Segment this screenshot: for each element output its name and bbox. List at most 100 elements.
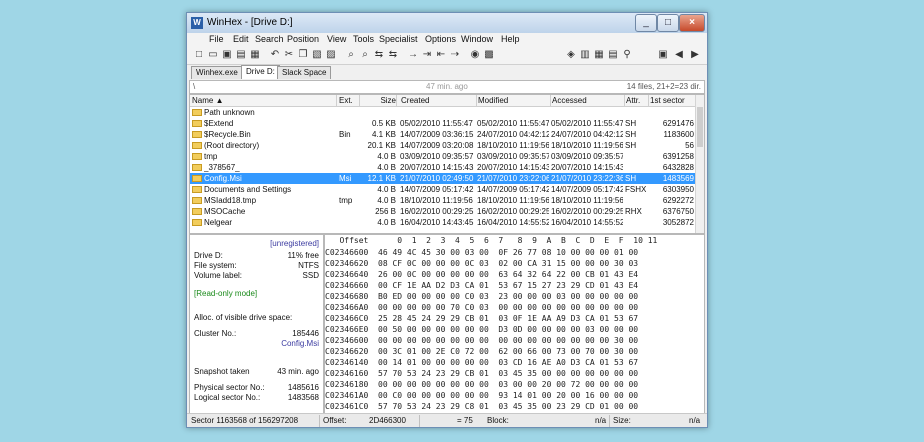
tab-slack-space[interactable]: Slack Space	[277, 66, 332, 79]
col-accessed[interactable]: Accessed	[550, 95, 625, 106]
replace-hex-icon[interactable]: ⇆	[387, 49, 399, 61]
hex-bytes[interactable]: 00 14 01 00 00 00 00 00 03 CD 16 AE A0 D…	[378, 358, 638, 367]
menu-tools[interactable]: Tools	[353, 34, 374, 44]
open-icon[interactable]: ▭	[207, 49, 219, 61]
save-icon[interactable]: ▣	[221, 49, 233, 61]
file-row[interactable]: Nelgear 4.0 B 16/04/2010 14:43:45 16/04/…	[190, 217, 695, 228]
col-ext[interactable]: Ext.	[337, 95, 360, 106]
hex-row[interactable]: C02346660 00 CF 1E AA D2 D3 CA 01 53 67 …	[325, 280, 638, 291]
file-row[interactable]: Documents and Settings 4.0 B 14/07/2009 …	[190, 184, 695, 195]
calculator-icon[interactable]: ▦	[593, 49, 605, 61]
col-attr[interactable]: Attr.	[624, 95, 649, 106]
hex-row[interactable]: C02346140 00 14 01 00 00 00 00 00 03 CD …	[325, 357, 638, 368]
disk-editor-icon[interactable]: ◈	[565, 49, 577, 61]
hex-row[interactable]: C02346620 08 CF 0C 00 00 00 0C 03 02 00 …	[325, 258, 638, 269]
tab-drive-d[interactable]: Drive D:	[241, 65, 280, 79]
hex-row[interactable]: C023466E0 00 50 00 00 00 00 00 00 D3 0D …	[325, 324, 638, 335]
copy-icon[interactable]: ❐	[297, 49, 309, 61]
col-sector[interactable]: 1st sector	[648, 95, 697, 106]
forward-icon[interactable]: ⇢	[449, 49, 461, 61]
menu-file[interactable]: File	[209, 34, 224, 44]
hex-bytes[interactable]: 25 28 45 24 29 29 CB 01 03 0F 1E AA A9 D…	[378, 314, 638, 323]
col-name[interactable]: Name ▲	[190, 95, 337, 106]
directory-browser[interactable]: Name ▲ Ext. Size Created Modified Access…	[189, 94, 705, 234]
hex-row[interactable]: C023461C0 57 70 53 24 23 29 C8 01 03 45 …	[325, 401, 638, 412]
replace-text-icon[interactable]: ⇆	[373, 49, 385, 61]
find-hex-icon[interactable]: ⌕	[359, 49, 371, 61]
back-icon[interactable]: ⇤	[435, 49, 447, 61]
hex-row[interactable]: C023466C0 25 28 45 24 29 29 CB 01 03 0F …	[325, 313, 638, 324]
file-row-selected[interactable]: Config.Msi Msi 12.1 KB 21/07/2010 02:49:…	[190, 173, 695, 184]
hex-row[interactable]: C02346160 57 70 53 24 23 29 CB 01 03 45 …	[325, 368, 638, 379]
file-row[interactable]: Path unknown	[190, 107, 695, 118]
disk-icon[interactable]: ◉	[469, 49, 481, 61]
menu-search[interactable]: Search	[255, 34, 284, 44]
print-sector-icon[interactable]: ▣	[657, 49, 669, 61]
col-size[interactable]: Size	[360, 95, 397, 106]
menu-specialist[interactable]: Specialist	[379, 34, 418, 44]
file-row[interactable]: MSIadd18.tmp tmp 4.0 B 18/10/2010 11:19:…	[190, 195, 695, 206]
menu-window[interactable]: Window	[461, 34, 493, 44]
hex-bytes[interactable]: 00 CF 1E AA D2 D3 CA 01 53 67 15 27 23 2…	[378, 281, 638, 290]
hex-bytes[interactable]: 57 70 53 24 23 29 C8 01 03 45 35 00 23 2…	[378, 402, 638, 411]
paste-icon[interactable]: ▧	[311, 49, 323, 61]
file-row[interactable]: _378567_ 4.0 B 20/07/2010 14:15:43 20/07…	[190, 162, 695, 173]
hex-editor[interactable]: Offset 0 1 2 3 4 5 6 7 8 9 A B C D E F 1…	[324, 234, 705, 414]
menu-view[interactable]: View	[327, 34, 346, 44]
hex-bytes[interactable]: 08 CF 0C 00 00 00 0C 03 02 00 CA 31 15 0…	[378, 259, 638, 268]
path-bar[interactable]: \ 47 min. ago 14 files, 21+2=23 dir.	[189, 80, 705, 94]
hex-bytes[interactable]: 00 3C 01 00 2E C0 72 00 62 00 66 00 73 0…	[378, 347, 638, 356]
find-text-icon[interactable]: ⌕	[345, 49, 357, 61]
col-modified[interactable]: Modified	[476, 95, 551, 106]
menu-position[interactable]: Position	[287, 34, 319, 44]
menu-edit[interactable]: Edit	[233, 34, 249, 44]
hex-bytes[interactable]: 26 00 0C 00 00 00 00 00 63 64 32 64 22 0…	[378, 270, 638, 279]
hex-bytes[interactable]: 00 00 00 00 00 70 C0 03 00 00 00 00 00 0…	[378, 303, 638, 312]
next-arrow-icon[interactable]: ▶	[689, 49, 701, 61]
hex-bytes[interactable]: 00 00 00 00 00 00 00 00 03 00 00 20 00 7…	[378, 380, 638, 389]
magnifier-icon[interactable]: ⚲	[621, 49, 633, 61]
goto-sector-icon[interactable]: ⇥	[421, 49, 433, 61]
ram-editor-icon[interactable]: ▥	[579, 49, 591, 61]
ram-icon[interactable]: ▩	[483, 49, 495, 61]
maximize-button[interactable]: □	[657, 14, 679, 32]
clipboard-icon[interactable]: ▨	[325, 49, 337, 61]
prev-arrow-icon[interactable]: ◀	[673, 49, 685, 61]
title-bar[interactable]: W WinHex - [Drive D:] _ □ ×	[187, 13, 707, 33]
hex-row[interactable]: C02346620 00 3C 01 00 2E C0 72 00 62 00 …	[325, 346, 638, 357]
close-button[interactable]: ×	[679, 14, 705, 32]
hex-bytes[interactable]: 46 49 4C 45 30 00 03 00 0F 26 77 08 10 0…	[378, 248, 638, 257]
hex-row[interactable]: C02346640 26 00 0C 00 00 00 00 00 63 64 …	[325, 269, 638, 280]
minimize-button[interactable]: _	[635, 14, 657, 32]
hex-bytes[interactable]: 00 00 00 00 00 00 00 00 00 00 00 00 00 0…	[378, 336, 638, 345]
file-row[interactable]: $Recycle.Bin Bin 4.1 KB 14/07/2009 03:36…	[190, 129, 695, 140]
goto-offset-icon[interactable]: →	[407, 49, 419, 61]
new-file-icon[interactable]: □	[193, 49, 205, 61]
file-row[interactable]: tmp 4.0 B 03/09/2010 09:35:57 03/09/2010…	[190, 151, 695, 162]
file-row[interactable]: $Extend 0.5 KB 05/02/2010 11:55:47 05/02…	[190, 118, 695, 129]
properties-icon[interactable]: ▦	[249, 49, 261, 61]
scrollbar-thumb[interactable]	[697, 107, 703, 147]
hex-bytes[interactable]: B0 ED 00 00 00 00 C0 03 23 00 00 00 03 0…	[378, 292, 638, 301]
hex-bytes[interactable]: 00 C0 00 00 00 00 00 00 93 14 01 00 20 0…	[378, 391, 638, 400]
file-row[interactable]: (Root directory) 20.1 KB 14/07/2009 03:2…	[190, 140, 695, 151]
file-accessed: 21/07/2010 23:22:36	[551, 174, 623, 183]
hash-icon[interactable]: ▤	[607, 49, 619, 61]
tab-winhex-exe[interactable]: Winhex.exe	[191, 66, 243, 79]
menu-options[interactable]: Options	[425, 34, 456, 44]
hex-row[interactable]: C023466A0 00 00 00 00 00 70 C0 03 00 00 …	[325, 302, 638, 313]
menu-help[interactable]: Help	[501, 34, 520, 44]
col-created[interactable]: Created	[399, 95, 477, 106]
print-icon[interactable]: ▤	[235, 49, 247, 61]
cut-icon[interactable]: ✂	[283, 49, 295, 61]
hex-row[interactable]: C02346600 00 00 00 00 00 00 00 00 00 00 …	[325, 335, 638, 346]
hex-bytes[interactable]: 57 70 53 24 23 29 CB 01 03 45 35 00 00 0…	[378, 369, 638, 378]
file-row[interactable]: MSOCache 256 B 16/02/2010 00:29:25 16/02…	[190, 206, 695, 217]
undo-icon[interactable]: ↶	[269, 49, 281, 61]
hex-row[interactable]: C023461A0 00 C0 00 00 00 00 00 00 93 14 …	[325, 390, 638, 401]
vertical-scrollbar[interactable]	[695, 95, 704, 233]
hex-row[interactable]: C02346680 B0 ED 00 00 00 00 C0 03 23 00 …	[325, 291, 638, 302]
hex-row[interactable]: C02346180 00 00 00 00 00 00 00 00 03 00 …	[325, 379, 638, 390]
hex-row[interactable]: C02346600 46 49 4C 45 30 00 03 00 0F 26 …	[325, 247, 638, 258]
hex-bytes[interactable]: 00 50 00 00 00 00 00 00 D3 0D 00 00 00 0…	[378, 325, 638, 334]
